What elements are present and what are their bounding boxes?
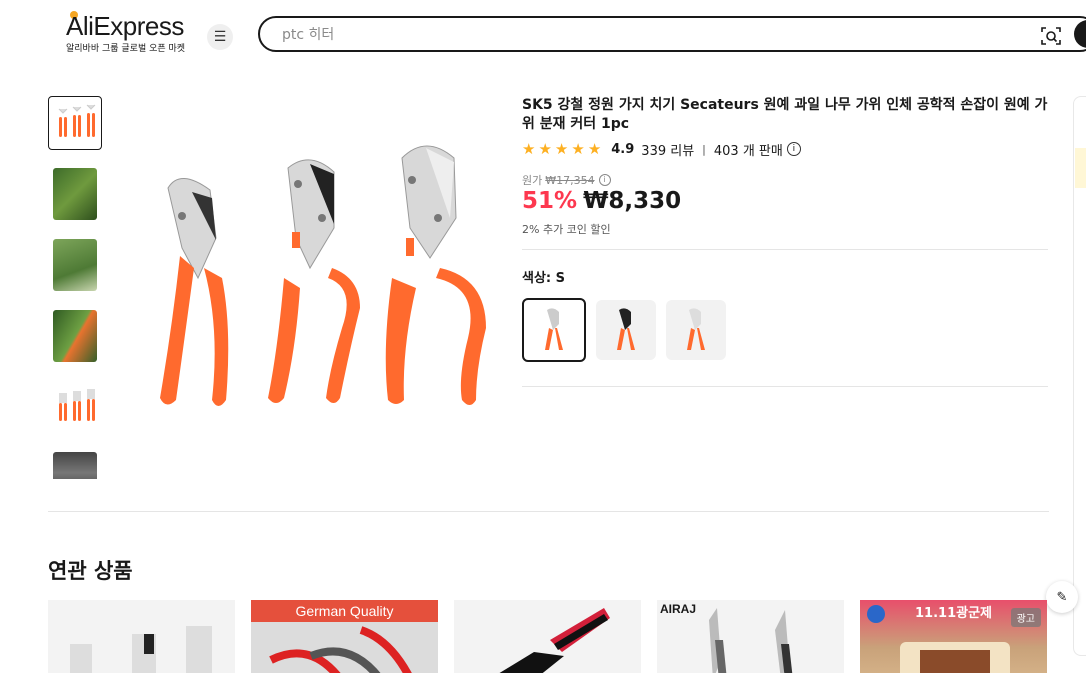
sale-price: ₩8,330 [583, 188, 682, 214]
swatch-l[interactable] [666, 300, 726, 360]
sold-count: 403 개 판매 [713, 143, 783, 159]
camera-search-icon[interactable] [1040, 25, 1062, 47]
search-button[interactable] [1074, 20, 1086, 48]
swatch-m[interactable] [596, 300, 656, 360]
search-bar [258, 16, 1086, 52]
original-price-label: 원가 [522, 174, 543, 187]
side-panel-accent [1075, 148, 1086, 188]
related-product-card[interactable] [454, 600, 641, 673]
logo-subtitle: 알리바바 그룹 글로벌 오픈 마켓 [66, 44, 186, 54]
section-divider [48, 511, 1049, 512]
thumbnail-5[interactable] [48, 380, 102, 434]
thumbnail-1[interactable] [48, 96, 102, 150]
related-products-title: 연관 상품 [48, 559, 133, 583]
related-product-card[interactable]: AIRAJ [657, 600, 844, 673]
rating-stars: ★ ★ ★ ★ ★ [522, 139, 602, 158]
star-icon: ★ [538, 139, 552, 158]
color-label: 색상: S [522, 271, 566, 286]
thumbnail-6[interactable] [48, 451, 102, 479]
coin-discount: 2% 추가 코인 할인 [522, 223, 611, 236]
thumbnail-3[interactable] [48, 238, 102, 292]
edit-icon[interactable]: ✎ [1046, 581, 1078, 613]
thumbnail-2[interactable] [48, 167, 102, 221]
discount-percent: 51% [522, 188, 578, 214]
pruner-large [385, 145, 486, 405]
related-product-card[interactable]: German Quality [251, 600, 438, 673]
color-swatches [522, 298, 726, 362]
search-input[interactable] [282, 25, 982, 45]
related-product-card[interactable]: 11.11광군제 광고 [860, 600, 1047, 673]
thumbnail-4[interactable] [48, 309, 102, 363]
product-title: SK5 강철 정원 가지 치기 Secateurs 원예 과일 나무 가위 인체… [522, 97, 1048, 132]
star-icon: ★ [587, 139, 602, 158]
rating-value: 4.9 [611, 141, 635, 157]
info-icon[interactable]: i [786, 142, 801, 156]
original-price-row: 원가 ₩17,354 i [522, 172, 611, 188]
review-count[interactable]: 339 리뷰 [641, 140, 694, 159]
star-icon: ★ [522, 139, 536, 158]
thumbnail-list [48, 96, 102, 479]
menu-icon[interactable]: ☰ [207, 24, 233, 50]
price-info-icon[interactable]: i [598, 174, 611, 186]
swatch-s[interactable] [522, 298, 586, 362]
related-products-list: German Quality AIRAJ 11.11광군제 광고 [48, 600, 1047, 673]
star-icon: ★ [554, 139, 569, 158]
price-row: 51% ₩8,330 [522, 188, 681, 214]
pruner-medium [268, 159, 360, 403]
product-main-image[interactable] [120, 128, 490, 428]
divider [522, 249, 1048, 250]
related-product-card[interactable] [48, 600, 235, 673]
pruner-small [160, 178, 229, 406]
divider [522, 386, 1048, 387]
aliexpress-logo[interactable]: AliExpress 알리바바 그룹 글로벌 오픈 마켓 [66, 11, 186, 54]
original-price: ₩17,354 [545, 173, 595, 187]
star-icon: ★ [571, 139, 585, 158]
rating-separator: | [702, 142, 706, 156]
rating-row: ★ ★ ★ ★ ★ 4.9 339 리뷰 | 403 개 판매 i [522, 139, 801, 159]
